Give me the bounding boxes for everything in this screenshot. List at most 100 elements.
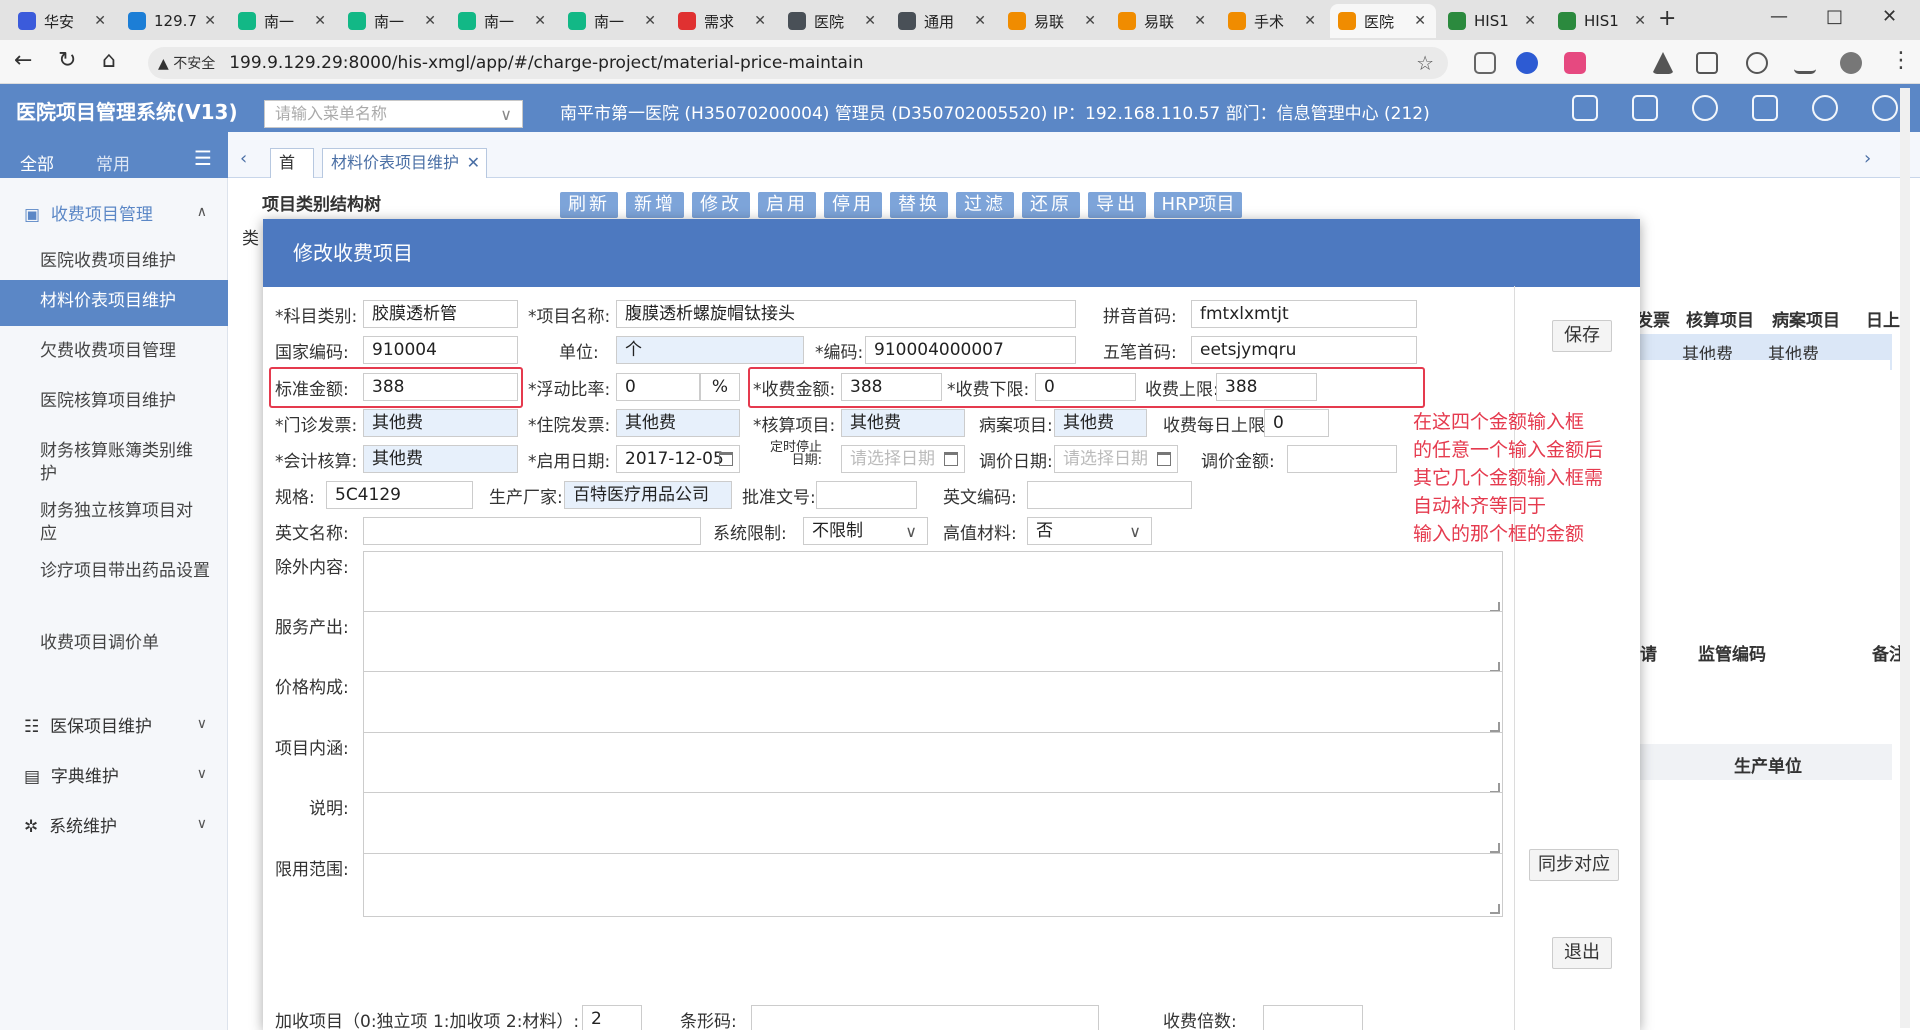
- download-icon[interactable]: [1794, 52, 1816, 74]
- national-code-input[interactable]: 910004: [363, 336, 518, 364]
- history-icon[interactable]: [1746, 52, 1768, 74]
- sidebar-tab-common[interactable]: 常用: [96, 150, 130, 175]
- close-tab-icon[interactable]: ✕: [1524, 13, 1536, 29]
- calendar-icon[interactable]: [944, 452, 958, 466]
- textarea-field[interactable]: [363, 671, 1503, 735]
- subject-input[interactable]: 胶膜透析管: [363, 300, 518, 328]
- sidebar-item-drug-setting[interactable]: 诊疗项目带出药品设置: [0, 560, 210, 583]
- close-tab-icon[interactable]: ✕: [424, 13, 436, 29]
- sync-button[interactable]: 同步对应: [1529, 849, 1619, 881]
- close-tab-icon[interactable]: ✕: [1634, 13, 1646, 29]
- close-tab-icon[interactable]: ✕: [864, 13, 876, 29]
- close-tab-icon[interactable]: ✕: [1414, 13, 1426, 29]
- toolbar-button[interactable]: HRP项目: [1154, 192, 1242, 218]
- toolbar-button[interactable]: 导出: [1088, 192, 1146, 218]
- chevron-down-icon[interactable]: ∨: [197, 816, 207, 832]
- charge-amount-input[interactable]: 388: [841, 373, 942, 401]
- toolbar-button[interactable]: 修改: [692, 192, 750, 218]
- minimize-button[interactable]: —: [1770, 6, 1788, 27]
- item-name-input[interactable]: 腹膜透析螺旋帽钛接头: [616, 300, 1076, 328]
- close-tab-icon[interactable]: ✕: [204, 13, 216, 29]
- charge-lower-input[interactable]: 0: [1035, 373, 1136, 401]
- home-icon[interactable]: ⌂: [102, 50, 116, 72]
- browser-tab[interactable]: 南一 ✕: [450, 4, 556, 38]
- sidebar-group-insurance[interactable]: ☷ 医保项目维护: [24, 712, 152, 737]
- browser-tab[interactable]: 南一 ✕: [230, 4, 336, 38]
- tab-home[interactable]: 首页: [270, 148, 314, 200]
- browser-tab[interactable]: HIS1 ✕: [1440, 4, 1546, 38]
- extra-item-input[interactable]: 2: [582, 1005, 642, 1030]
- close-tab-icon[interactable]: ✕: [1194, 13, 1206, 29]
- browser-tab[interactable]: 华安 ✕: [10, 4, 116, 38]
- puzzle-extensions-icon[interactable]: [1696, 52, 1718, 74]
- calendar-icon[interactable]: [719, 452, 733, 466]
- url-field[interactable]: ▲ 不安全 199.9.129.29:8000/his-xmgl/app/#/c…: [148, 47, 1448, 79]
- chevron-up-icon[interactable]: ∧: [197, 204, 207, 220]
- textarea-field[interactable]: [363, 853, 1503, 917]
- adjust-date-input[interactable]: 请选择日期: [1054, 445, 1178, 473]
- new-tab-button[interactable]: +: [1658, 6, 1676, 31]
- close-tab-icon[interactable]: ✕: [314, 13, 326, 29]
- browser-tab[interactable]: 需求 ✕: [670, 4, 776, 38]
- manufacturer-input[interactable]: 百特医疗用品公司: [564, 481, 732, 509]
- close-tab-icon[interactable]: ✕: [1084, 13, 1096, 29]
- translate-extension-icon[interactable]: [1564, 52, 1586, 74]
- tab-scroll-left-icon[interactable]: ‹: [240, 148, 247, 169]
- close-tab-icon[interactable]: ✕: [1304, 13, 1316, 29]
- charge-upper-input[interactable]: 388: [1216, 373, 1317, 401]
- sidebar-item-material-price[interactable]: 材料价表项目维护: [0, 280, 228, 326]
- browser-tab[interactable]: 易联 ✕: [1000, 4, 1106, 38]
- browser-tab[interactable]: 医院 ✕: [780, 4, 886, 38]
- profile-avatar[interactable]: [1840, 52, 1862, 74]
- barcode-input[interactable]: [751, 1005, 1099, 1030]
- approval-input[interactable]: [816, 481, 917, 509]
- multiple-input[interactable]: [1263, 1005, 1363, 1030]
- sidebar-group-system[interactable]: ✲ 系统维护: [24, 812, 117, 837]
- browser-tab[interactable]: 南一 ✕: [340, 4, 446, 38]
- textarea-field[interactable]: [363, 792, 1503, 856]
- reading-mode-icon[interactable]: [1474, 52, 1496, 74]
- sidebar-item-price-adjust[interactable]: 收费项目调价单: [0, 632, 228, 655]
- browser-menu-icon[interactable]: ⋮: [1890, 48, 1912, 73]
- document-edit-icon[interactable]: [1752, 95, 1778, 121]
- start-date-input[interactable]: 2017-12-05: [616, 445, 740, 473]
- record-item-input[interactable]: 其他费: [1054, 409, 1147, 437]
- sidebar-item-independent[interactable]: 财务独立核算项目对应: [0, 500, 200, 546]
- sidebar-group-charge[interactable]: ▣ 收费项目管理: [24, 200, 153, 225]
- spec-input[interactable]: 5C4129: [326, 481, 473, 509]
- settings-gear-icon[interactable]: [1872, 95, 1898, 121]
- toolbar-button[interactable]: 启用: [758, 192, 816, 218]
- standard-amount-input[interactable]: 388: [363, 373, 518, 401]
- calendar-icon[interactable]: [1157, 452, 1171, 466]
- toolbar-button[interactable]: 还原: [1022, 192, 1080, 218]
- toolbar-button[interactable]: 替换: [890, 192, 948, 218]
- sidebar-item-arrears[interactable]: 欠费收费项目管理: [0, 330, 228, 370]
- close-tab-icon[interactable]: ✕: [467, 149, 480, 177]
- back-icon[interactable]: ←: [14, 50, 32, 72]
- chevron-down-icon[interactable]: ∨: [197, 766, 207, 782]
- chevron-down-icon[interactable]: ∨: [197, 716, 207, 732]
- browser-tab[interactable]: 手术 ✕: [1220, 4, 1326, 38]
- textarea-field[interactable]: [363, 611, 1503, 675]
- toolbar-button[interactable]: 过滤: [956, 192, 1014, 218]
- browser-tab[interactable]: 129.7 ✕: [120, 4, 226, 38]
- browser-tab[interactable]: 易联 ✕: [1110, 4, 1216, 38]
- refresh-icon[interactable]: [1812, 95, 1838, 121]
- en-name-input[interactable]: [363, 517, 701, 545]
- sidebar-item-hospital-charge[interactable]: 医院收费项目维护: [0, 240, 228, 280]
- menu-search-input[interactable]: 请输入菜单名称 ∨: [264, 100, 523, 128]
- toolbar-button[interactable]: 新增: [626, 192, 684, 218]
- daily-limit-input[interactable]: 0: [1264, 409, 1329, 437]
- extension-icon[interactable]: [1516, 52, 1538, 74]
- en-code-input[interactable]: [1027, 481, 1192, 509]
- textarea-field[interactable]: [363, 732, 1503, 796]
- alert-extension-icon[interactable]: [1652, 52, 1674, 74]
- tab-scroll-right-icon[interactable]: ›: [1864, 148, 1871, 169]
- sidebar-item-ledger[interactable]: 财务核算账簿类别维护: [0, 440, 200, 486]
- browser-tab[interactable]: 南一 ✕: [560, 4, 666, 38]
- pinyin-input[interactable]: fmtxlxmtjt: [1191, 300, 1417, 328]
- inpatient-invoice-input[interactable]: 其他费: [616, 409, 740, 437]
- reload-icon[interactable]: ↻: [58, 50, 76, 72]
- monitor-settings-icon[interactable]: [1572, 95, 1598, 121]
- close-tab-icon[interactable]: ✕: [974, 13, 986, 29]
